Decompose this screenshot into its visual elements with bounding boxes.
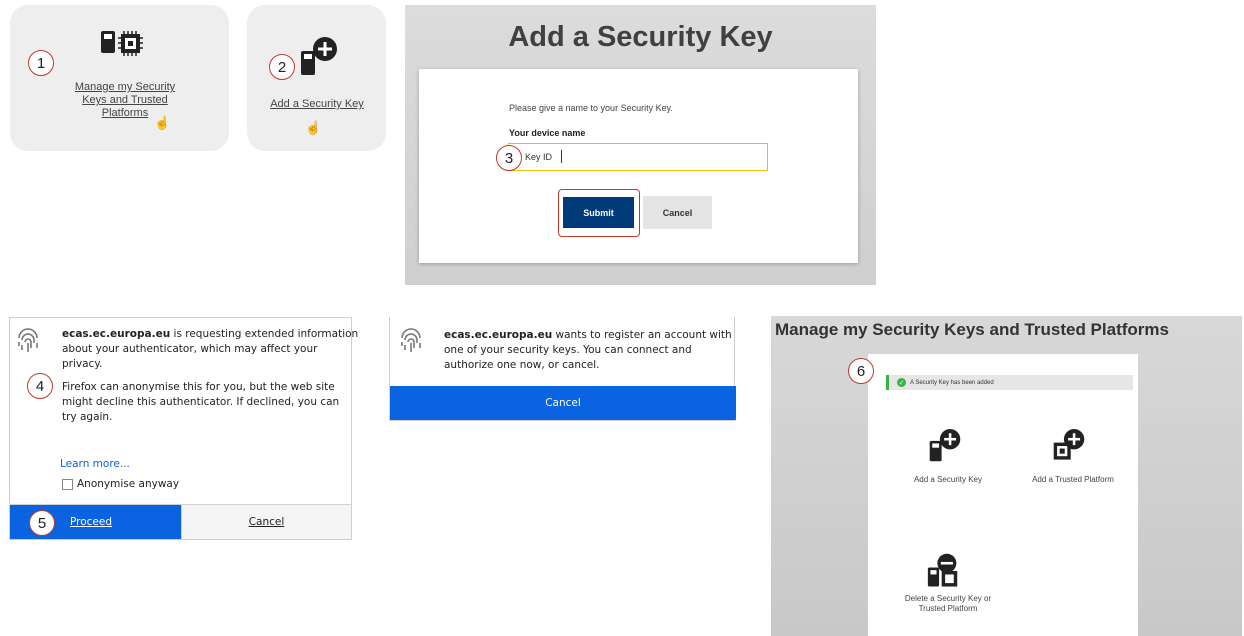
add-security-key-icon[interactable] [928,427,962,470]
submit-highlight: Submit [558,189,640,237]
cancel-button[interactable]: Cancel [181,505,351,539]
add-trusted-platform-icon[interactable] [1052,427,1086,470]
anonymise-label: Anonymise anyway [77,478,180,490]
device-name-value: Key ID [525,152,553,162]
success-banner: ✓ A Security Key has been added [886,375,1133,390]
firefox-register-dialog: ecas.ec.europa.eu wants to register an a… [389,317,736,421]
text-cursor [561,150,562,163]
step-6-marker: 6 [848,358,874,384]
step-2-marker: 2 [269,54,295,80]
register-text: ecas.ec.europa.eu wants to register an a… [444,328,732,373]
add-security-key-icon [299,35,339,84]
form-prompt: Please give a name to your Security Key. [509,103,673,113]
step-1-marker: 1 [28,50,54,76]
manage-keys-link-line: Manage my Security [74,81,176,93]
add-key-form-card: Please give a name to your Security Key.… [419,69,858,263]
page-title: Add a Security Key [508,21,773,53]
request-line: privacy. [62,358,103,370]
request-line: is requesting extended information [170,328,359,340]
check-icon: ✓ [897,378,906,387]
firefox-anonymise-dialog: ecas.ec.europa.eu is requesting extended… [9,317,358,540]
manage-keys-link-line: Keys and Trusted [82,94,168,106]
register-line: wants to register an account with [552,329,732,341]
register-domain: ecas.ec.europa.eu [444,329,553,341]
request-line: Firefox can anonymise this for you, but … [62,381,335,393]
security-key-chip-icon [98,29,148,64]
hand-cursor-icon: ☝ [305,120,322,135]
register-line: authorize one now, or cancel. [444,359,600,371]
request-line: might decline this authenticator. If dec… [62,396,340,408]
cancel-button[interactable]: Cancel [643,196,712,229]
register-line: one of your security keys. You can conne… [444,344,692,356]
step-5-marker: 5 [29,510,55,536]
delete-key-platform-link[interactable]: Delete a Security Key or Trusted Platfor… [878,594,1018,614]
add-security-key-link[interactable]: Add a Security Key [255,98,379,111]
device-name-input[interactable]: Key ID [508,143,768,171]
fingerprint-icon [15,326,41,360]
step-3-marker: 3 [496,145,522,171]
manage-keys-link-line: Platforms [101,107,149,119]
manage-keys-link[interactable]: Manage my Security Keys and Trusted Plat… [50,81,200,120]
delete-key-platform-icon[interactable] [926,552,966,595]
request-text: ecas.ec.europa.eu is requesting extended… [62,327,358,425]
add-trusted-platform-link[interactable]: Add a Trusted Platform [1008,475,1138,485]
add-key-tile[interactable]: 2 Add a Security Key ☝ [247,5,386,151]
request-line: try again. [62,411,113,423]
manage-keys-card: ✓ A Security Key has been added Add a Se… [868,354,1138,636]
learn-more-link[interactable]: Learn more... [60,458,130,470]
cancel-button[interactable]: Cancel [390,386,736,420]
device-name-label: Your device name [509,128,586,138]
add-security-key-link[interactable]: Add a Security Key [888,475,1008,485]
delete-link-line: Trusted Platform [918,604,978,613]
step-4-marker: 4 [27,373,53,399]
manage-keys-tile[interactable]: 1 Manage my Security Keys and Trusted Pl… [10,5,229,151]
page-title: Manage my Security Keys and Trusted Plat… [775,320,1169,339]
delete-link-line: Delete a Security Key or [904,594,992,603]
anonymise-checkbox[interactable] [62,478,73,490]
add-security-key-screen: Add a Security Key Please give a name to… [405,5,876,285]
submit-button[interactable]: Submit [563,197,634,228]
request-domain: ecas.ec.europa.eu [62,328,171,340]
success-message: A Security Key has been added [910,379,994,386]
anonymise-checkbox-row[interactable]: Anonymise anyway [62,478,179,490]
manage-keys-screen: Manage my Security Keys and Trusted Plat… [771,316,1242,636]
hand-cursor-icon: ☝ [154,115,171,130]
request-line: about your authenticator, which may affe… [62,343,318,355]
fingerprint-icon [398,326,424,360]
